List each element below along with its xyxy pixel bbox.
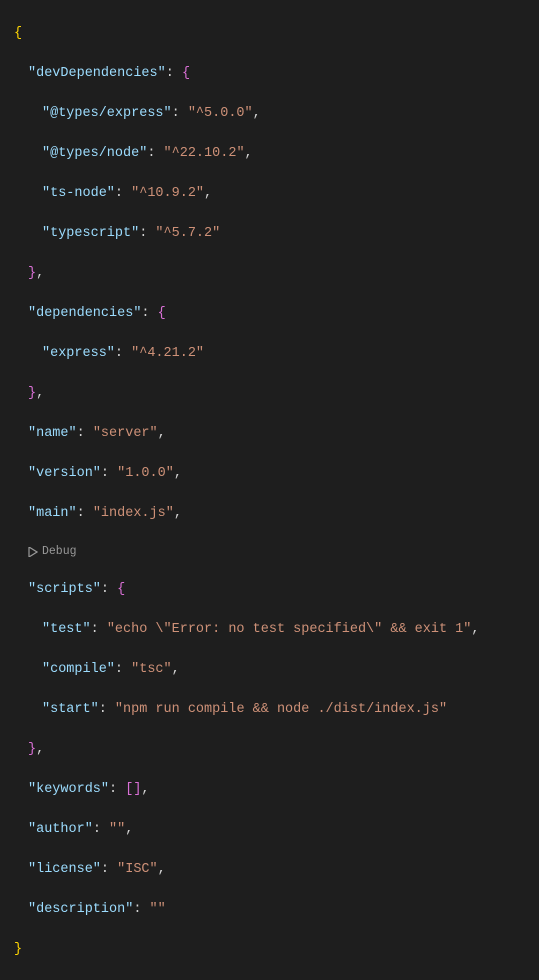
- codelens-label: Debug: [42, 544, 77, 560]
- val-types-express: "^5.0.0": [188, 106, 253, 121]
- val-compile: "tsc": [131, 662, 172, 677]
- key-name: "name": [28, 426, 77, 441]
- key-types-node: "@types/node": [42, 146, 147, 161]
- brace-close: }: [14, 942, 22, 957]
- code-editor[interactable]: { "devDependencies": { "@types/express":…: [0, 0, 539, 980]
- key-typescript: "typescript": [42, 226, 139, 241]
- key-express: "express": [42, 346, 115, 361]
- val-start: "npm run compile && node ./dist/index.js…: [115, 702, 447, 717]
- key-scripts: "scripts": [28, 582, 101, 597]
- val-name: "server": [93, 426, 158, 441]
- brace-open: {: [14, 26, 22, 41]
- key-description: "description": [28, 902, 133, 917]
- val-test: "echo \"Error: no test specified\" && ex…: [107, 622, 472, 637]
- key-author: "author": [28, 822, 93, 837]
- val-typescript: "^5.7.2": [155, 226, 220, 241]
- val-types-node: "^22.10.2": [164, 146, 245, 161]
- key-keywords: "keywords": [28, 782, 109, 797]
- val-author: "": [109, 822, 125, 837]
- key-start: "start": [42, 702, 99, 717]
- key-devDependencies: "devDependencies": [28, 66, 166, 81]
- val-description: "": [150, 902, 166, 917]
- key-main: "main": [28, 506, 77, 521]
- key-compile: "compile": [42, 662, 115, 677]
- val-version: "1.0.0": [117, 466, 174, 481]
- key-license: "license": [28, 862, 101, 877]
- key-ts-node: "ts-node": [42, 186, 115, 201]
- val-express: "^4.21.2": [131, 346, 204, 361]
- play-icon: [28, 547, 38, 557]
- key-types-express: "@types/express": [42, 106, 172, 121]
- key-version: "version": [28, 466, 101, 481]
- key-dependencies: "dependencies": [28, 306, 141, 321]
- codelens-debug[interactable]: Debug: [14, 544, 539, 560]
- key-test: "test": [42, 622, 91, 637]
- val-main: "index.js": [93, 506, 174, 521]
- val-license: "ISC": [117, 862, 158, 877]
- val-ts-node: "^10.9.2": [131, 186, 204, 201]
